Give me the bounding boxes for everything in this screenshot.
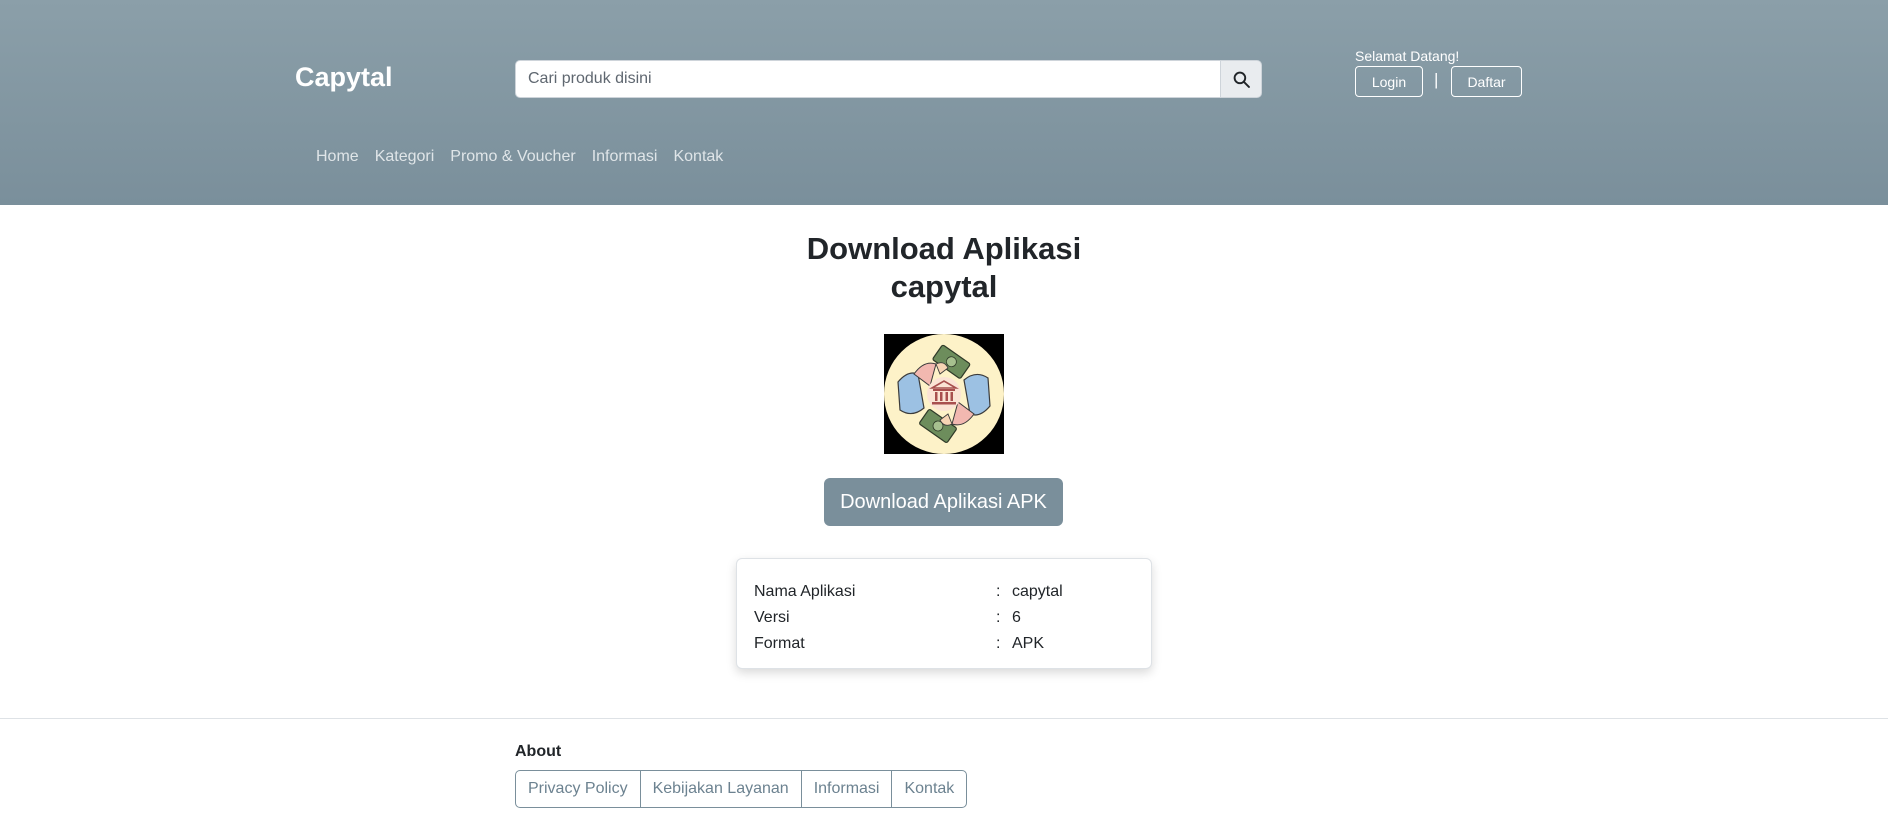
search-button[interactable] xyxy=(1220,60,1262,98)
page-title: Download Aplikasi capytal xyxy=(744,230,1144,306)
info-colon: : xyxy=(996,609,1001,626)
nav-kategori[interactable]: Kategori xyxy=(367,148,443,166)
app-logo xyxy=(884,334,1004,454)
info-colon: : xyxy=(996,583,1001,600)
info-label: Nama Aplikasi xyxy=(754,583,856,600)
app-info-card: Nama Aplikasi : capytal Versi : 6 Format… xyxy=(736,558,1152,669)
footer-link-informasi[interactable]: Informasi xyxy=(802,771,893,807)
register-button[interactable]: Daftar xyxy=(1451,66,1522,97)
info-row-format: Format : APK xyxy=(754,631,1134,657)
search-input[interactable] xyxy=(515,60,1220,98)
nav-promo-voucher[interactable]: Promo & Voucher xyxy=(442,148,583,166)
info-label: Format xyxy=(754,635,805,652)
info-value: capytal xyxy=(1012,583,1063,600)
main-nav: Home Kategori Promo & Voucher Informasi … xyxy=(308,148,731,166)
search-bar xyxy=(515,60,1262,98)
info-value: 6 xyxy=(1012,609,1021,626)
auth-separator: | xyxy=(1434,70,1439,89)
info-label: Versi xyxy=(754,609,790,626)
page-title-line2: capytal xyxy=(890,269,998,304)
nav-kontak[interactable]: Kontak xyxy=(665,148,731,166)
footer-about-title: About xyxy=(515,743,562,760)
bank-money-hands-logo xyxy=(884,334,1004,454)
brand-logo-text[interactable]: Capytal xyxy=(295,62,393,93)
welcome-text: Selamat Datang! xyxy=(1355,48,1460,64)
info-row-version: Versi : 6 xyxy=(754,605,1134,631)
page-title-line1: Download Aplikasi xyxy=(806,231,1082,266)
footer-divider xyxy=(0,718,1888,719)
nav-informasi[interactable]: Informasi xyxy=(584,148,666,166)
login-button[interactable]: Login xyxy=(1355,66,1423,97)
info-row-name: Nama Aplikasi : capytal xyxy=(754,579,1134,605)
search-icon xyxy=(1233,71,1250,88)
footer-link-group: Privacy Policy Kebijakan Layanan Informa… xyxy=(515,770,968,808)
info-colon: : xyxy=(996,635,1001,652)
footer-link-kontak[interactable]: Kontak xyxy=(892,771,966,807)
footer-link-privacy-policy[interactable]: Privacy Policy xyxy=(516,771,641,807)
download-apk-button[interactable]: Download Aplikasi APK xyxy=(824,478,1063,526)
footer-link-kebijakan-layanan[interactable]: Kebijakan Layanan xyxy=(641,771,802,807)
site-header: Capytal Selamat Datang! Login | Daftar H… xyxy=(0,0,1888,205)
info-value: APK xyxy=(1012,635,1045,652)
nav-home[interactable]: Home xyxy=(308,148,367,166)
